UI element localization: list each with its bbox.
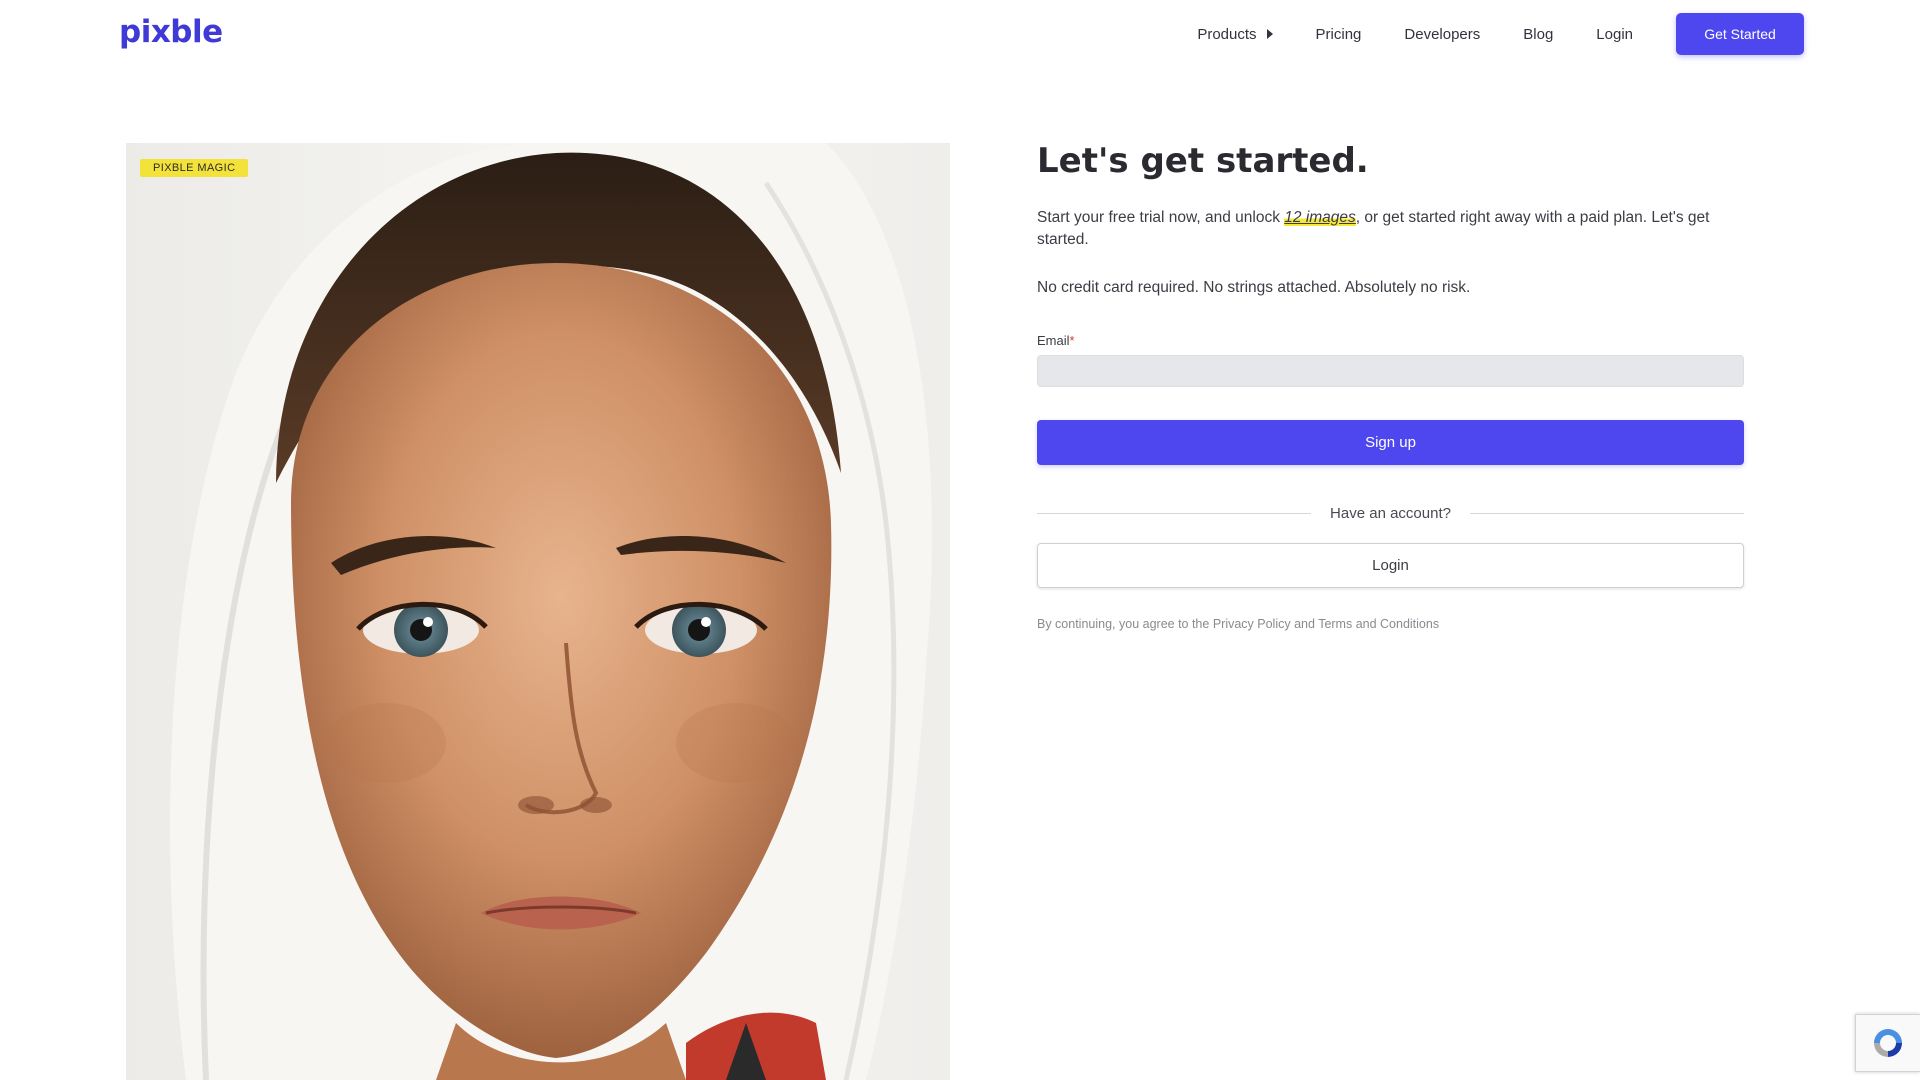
pixble-magic-badge: PIXBLE MAGIC	[140, 159, 249, 177]
get-started-button[interactable]: Get Started	[1676, 13, 1804, 55]
page-title: Let's get started.	[1037, 141, 1369, 181]
recaptcha-icon	[1874, 1029, 1902, 1057]
signup-button[interactable]: Sign up	[1037, 420, 1744, 465]
legal-text: By continuing, you agree to the Privacy …	[1037, 617, 1744, 631]
hero-portrait-image: PIXBLE MAGIC	[126, 143, 950, 1080]
signup-panel: Let's get started. Start your free trial…	[1037, 140, 1745, 631]
have-account-text: Have an account?	[1330, 505, 1451, 522]
divider-line-left	[1037, 513, 1312, 514]
top-navigation: pixble Products Pricing Developers Blog …	[0, 0, 1920, 68]
portrait-illustration	[126, 143, 950, 1080]
email-field[interactable]	[1037, 355, 1744, 387]
nav-products[interactable]: Products	[1197, 25, 1273, 43]
nav-pricing[interactable]: Pricing	[1316, 26, 1362, 43]
legal-prefix: By continuing, you agree to the	[1037, 617, 1213, 631]
legal-and: and	[1290, 617, 1319, 631]
nav-blog[interactable]: Blog	[1523, 26, 1553, 43]
nav-developers[interactable]: Developers	[1404, 26, 1480, 43]
nav-links: Products Pricing Developers Blog Login G…	[1197, 13, 1804, 55]
intro-text-start: Start your free trial now, and unlock	[1037, 209, 1285, 226]
pixble-logo[interactable]: pixble	[119, 12, 223, 52]
intro-highlight: 12 images	[1284, 209, 1356, 226]
caret-right-icon	[1266, 29, 1273, 39]
nav-products-label: Products	[1197, 25, 1257, 43]
no-risk-text: No credit card required. No strings atta…	[1037, 279, 1471, 296]
have-account-divider: Have an account?	[1037, 505, 1745, 522]
email-label: Email*	[1037, 333, 1744, 348]
divider-line-right	[1469, 513, 1745, 514]
nav-login[interactable]: Login	[1596, 26, 1633, 43]
privacy-policy-link[interactable]: Privacy Policy	[1213, 617, 1291, 631]
required-mark: *	[1069, 333, 1075, 348]
terms-link[interactable]: Terms and Conditions	[1318, 617, 1439, 631]
email-label-text: Email	[1037, 333, 1070, 348]
recaptcha-badge[interactable]	[1855, 1014, 1920, 1072]
intro-text: Start your free trial now, and unlock 12…	[1037, 207, 1744, 251]
login-button[interactable]: Login	[1037, 543, 1744, 588]
